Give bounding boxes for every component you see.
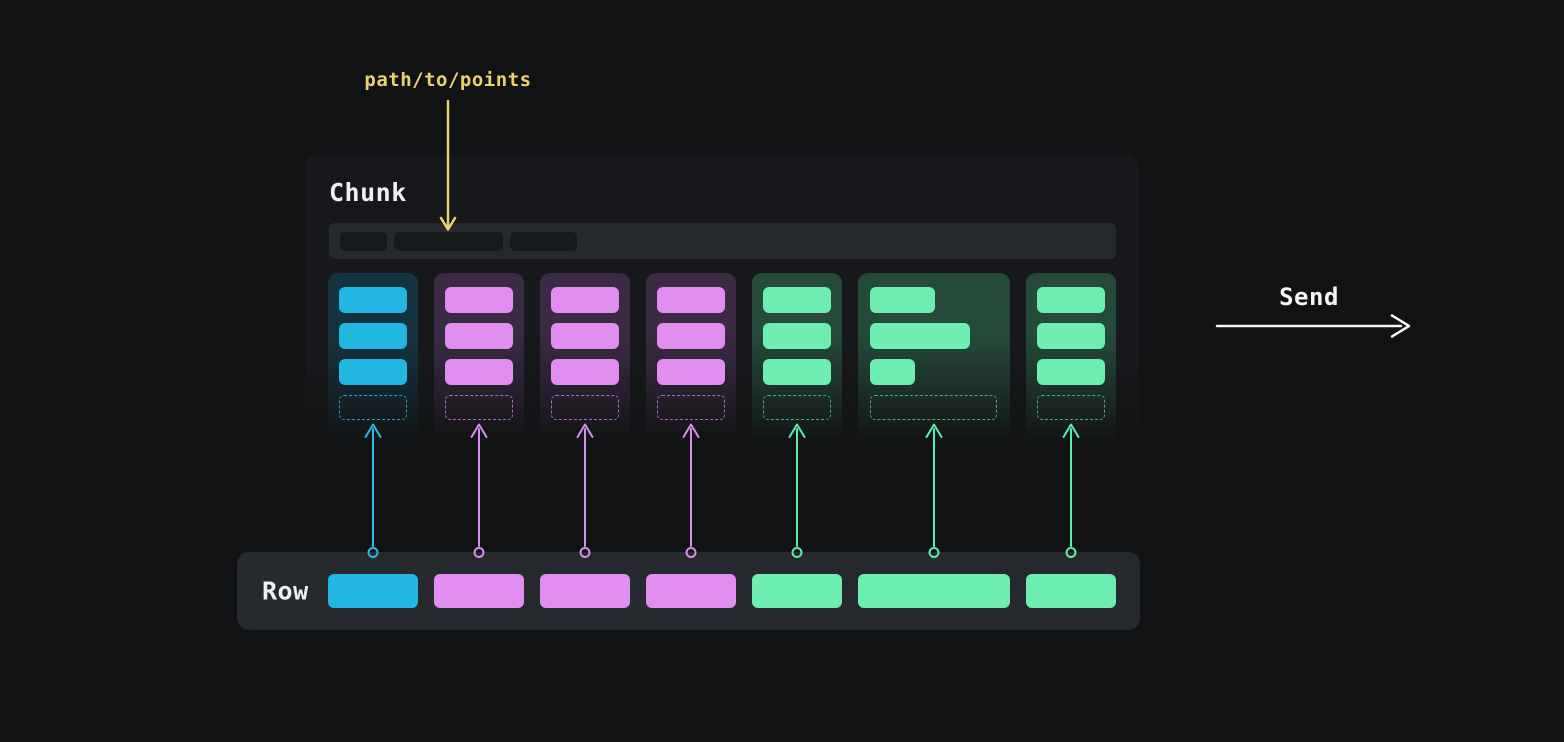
column-data-block (1037, 323, 1105, 349)
column-data-block (339, 359, 407, 385)
header-pill (510, 232, 577, 251)
column-data-block (870, 287, 935, 313)
chunk-column-magenta (434, 273, 524, 447)
column-data-block (551, 287, 619, 313)
column-empty-slot (551, 395, 619, 420)
column-data-block (657, 359, 725, 385)
row-block-green (858, 574, 1010, 608)
chunk-column-green (752, 273, 842, 447)
column-data-block (657, 287, 725, 313)
column-empty-slot (870, 395, 997, 420)
column-data-block (763, 359, 831, 385)
chunk-panel: Chunk (305, 155, 1139, 447)
header-pill (340, 232, 387, 251)
column-data-block (445, 359, 513, 385)
column-data-block (339, 323, 407, 349)
chunk-column-green (1026, 273, 1116, 447)
column-data-block (551, 359, 619, 385)
column-data-block (445, 287, 513, 313)
row-block-green (752, 574, 842, 608)
annotation-path-label: path/to/points (364, 69, 531, 91)
column-empty-slot (763, 395, 831, 420)
row-label: Row (262, 577, 309, 606)
column-data-block (763, 287, 831, 313)
send-arrowhead (1392, 316, 1409, 337)
column-data-block (1037, 359, 1105, 385)
chunk-column-green (858, 273, 1010, 447)
row-block-magenta (540, 574, 630, 608)
row-block-cyan (328, 574, 418, 608)
row-block-magenta (646, 574, 736, 608)
chunk-column-magenta (646, 273, 736, 447)
column-data-block (870, 359, 915, 385)
send-label: Send (1279, 283, 1339, 311)
column-data-block (339, 287, 407, 313)
chunk-header-bar (329, 223, 1116, 259)
column-data-block (870, 323, 970, 349)
column-data-block (1037, 287, 1105, 313)
row-bar: Row (237, 552, 1140, 630)
row-block-magenta (434, 574, 524, 608)
chunk-title: Chunk (329, 178, 407, 207)
diagram-stage: path/to/points Chunk Row Send (0, 0, 1564, 742)
column-empty-slot (445, 395, 513, 420)
row-block-green (1026, 574, 1116, 608)
column-empty-slot (1037, 395, 1105, 420)
column-empty-slot (339, 395, 407, 420)
column-empty-slot (657, 395, 725, 420)
header-pill (394, 232, 503, 251)
column-data-block (445, 323, 513, 349)
chunk-column-cyan (328, 273, 418, 447)
column-data-block (551, 323, 619, 349)
column-data-block (657, 323, 725, 349)
column-data-block (763, 323, 831, 349)
chunk-column-magenta (540, 273, 630, 447)
